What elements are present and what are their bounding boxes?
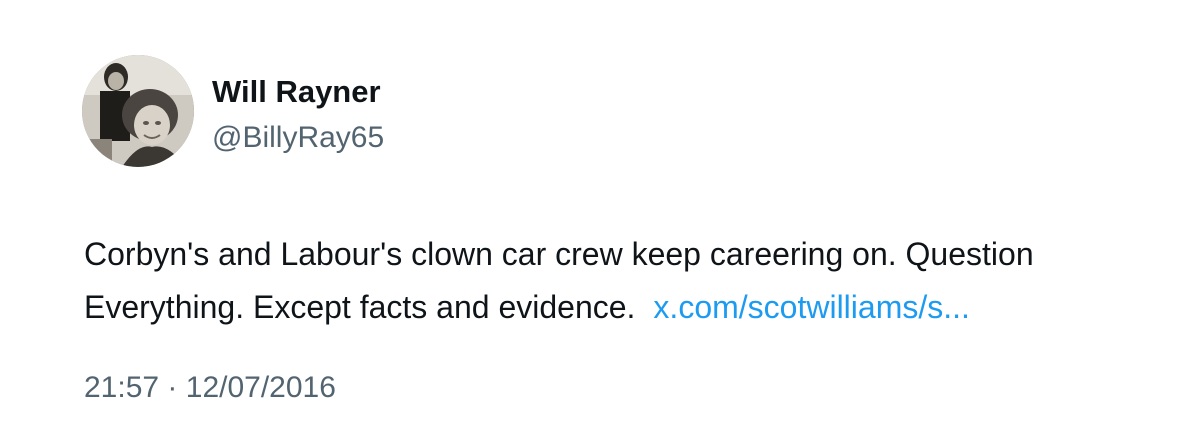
author-info: Will Rayner @BillyRay65: [212, 72, 384, 158]
user-handle[interactable]: @BillyRay65: [212, 118, 384, 158]
avatar[interactable]: [82, 55, 194, 167]
avatar-photo: [82, 55, 194, 167]
tweet-link[interactable]: x.com/scotwilliams/s...: [653, 289, 969, 325]
tweet-text: Corbyn's and Labour's clown car crew kee…: [84, 228, 1184, 334]
tweet-time: 21:57: [84, 371, 160, 404]
tweet-text-line-1: Corbyn's and Labour's clown car crew kee…: [84, 236, 1034, 272]
tweet-date: 12/07/2016: [185, 371, 336, 404]
tweet-timestamp[interactable]: 21:57 · 12/07/2016: [84, 368, 336, 408]
display-name[interactable]: Will Rayner: [212, 72, 384, 112]
meta-separator: ·: [167, 371, 178, 404]
tweet-text-line-2: Everything. Except facts and evidence.: [84, 289, 636, 325]
tweet-card: Will Rayner @BillyRay65 Corbyn's and Lab…: [0, 0, 1200, 444]
